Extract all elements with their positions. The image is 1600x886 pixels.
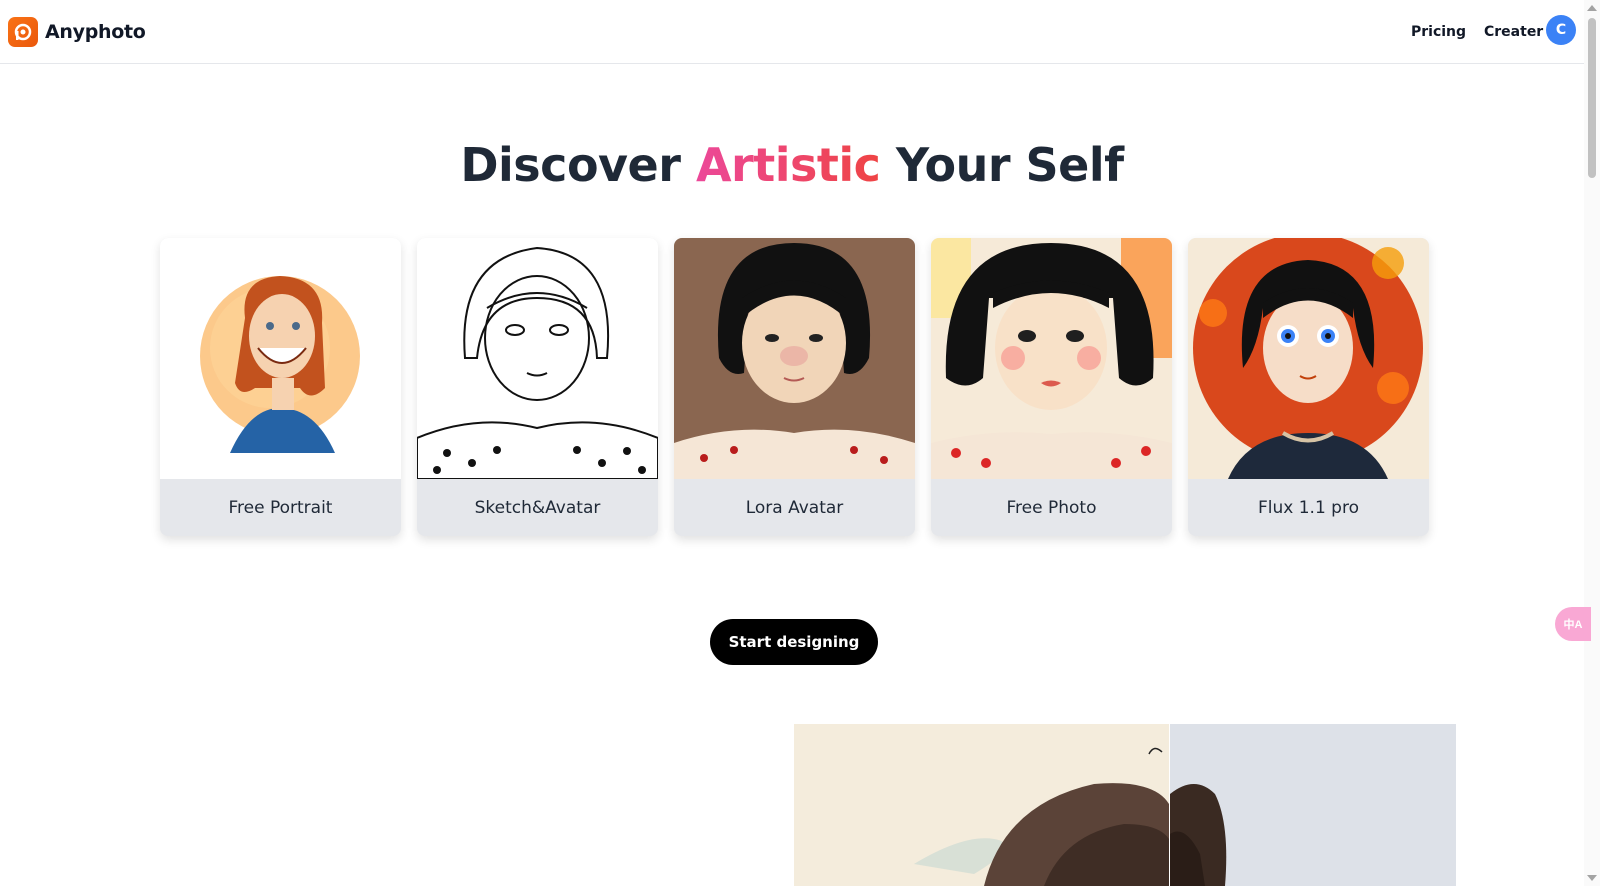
card-free-photo[interactable]: Free Photo [931, 238, 1172, 536]
page-scrollbar[interactable] [1584, 0, 1600, 886]
user-avatar[interactable]: C [1546, 15, 1576, 45]
nav-pricing-link[interactable]: Pricing [1411, 24, 1466, 40]
preview-image-photo [1170, 724, 1456, 886]
flux-pro-image [1188, 238, 1429, 479]
brand-name: Anyphoto [45, 21, 146, 43]
card-label: Free Photo [1006, 497, 1097, 518]
translate-icon[interactable]: 中A [1555, 607, 1591, 641]
preview-image-illustration [794, 724, 1169, 886]
card-label: Free Portrait [228, 497, 333, 518]
brand-logo-icon [8, 17, 38, 47]
nav-creater-link[interactable]: Creater [1484, 24, 1543, 40]
free-portrait-image [160, 238, 401, 479]
scroll-down-arrow-icon[interactable] [1587, 875, 1597, 881]
hero-title-suffix: Your Self [880, 138, 1124, 192]
card-sketch-avatar[interactable]: Sketch&Avatar [417, 238, 658, 536]
lora-avatar-image [674, 238, 915, 479]
card-flux-pro[interactable]: Flux 1.1 pro [1188, 238, 1429, 536]
card-free-portrait[interactable]: Free Portrait [160, 238, 401, 536]
hero-title-accent: Artistic [695, 138, 881, 192]
card-label: Lora Avatar [745, 497, 844, 518]
hero-title: Discover Artistic Your Self [0, 138, 1584, 192]
brand[interactable]: Anyphoto [8, 17, 146, 47]
top-navbar: Anyphoto Pricing Creater C [0, 0, 1584, 64]
hero-title-prefix: Discover [460, 138, 696, 192]
sketch-avatar-image [417, 238, 658, 479]
scroll-up-arrow-icon[interactable] [1587, 5, 1597, 11]
scroll-thumb[interactable] [1588, 18, 1596, 178]
card-label: Flux 1.1 pro [1258, 497, 1359, 518]
start-designing-button[interactable]: Start designing [710, 619, 878, 665]
card-label: Sketch&Avatar [474, 497, 601, 518]
free-photo-image [931, 238, 1172, 479]
card-lora-avatar[interactable]: Lora Avatar [674, 238, 915, 536]
